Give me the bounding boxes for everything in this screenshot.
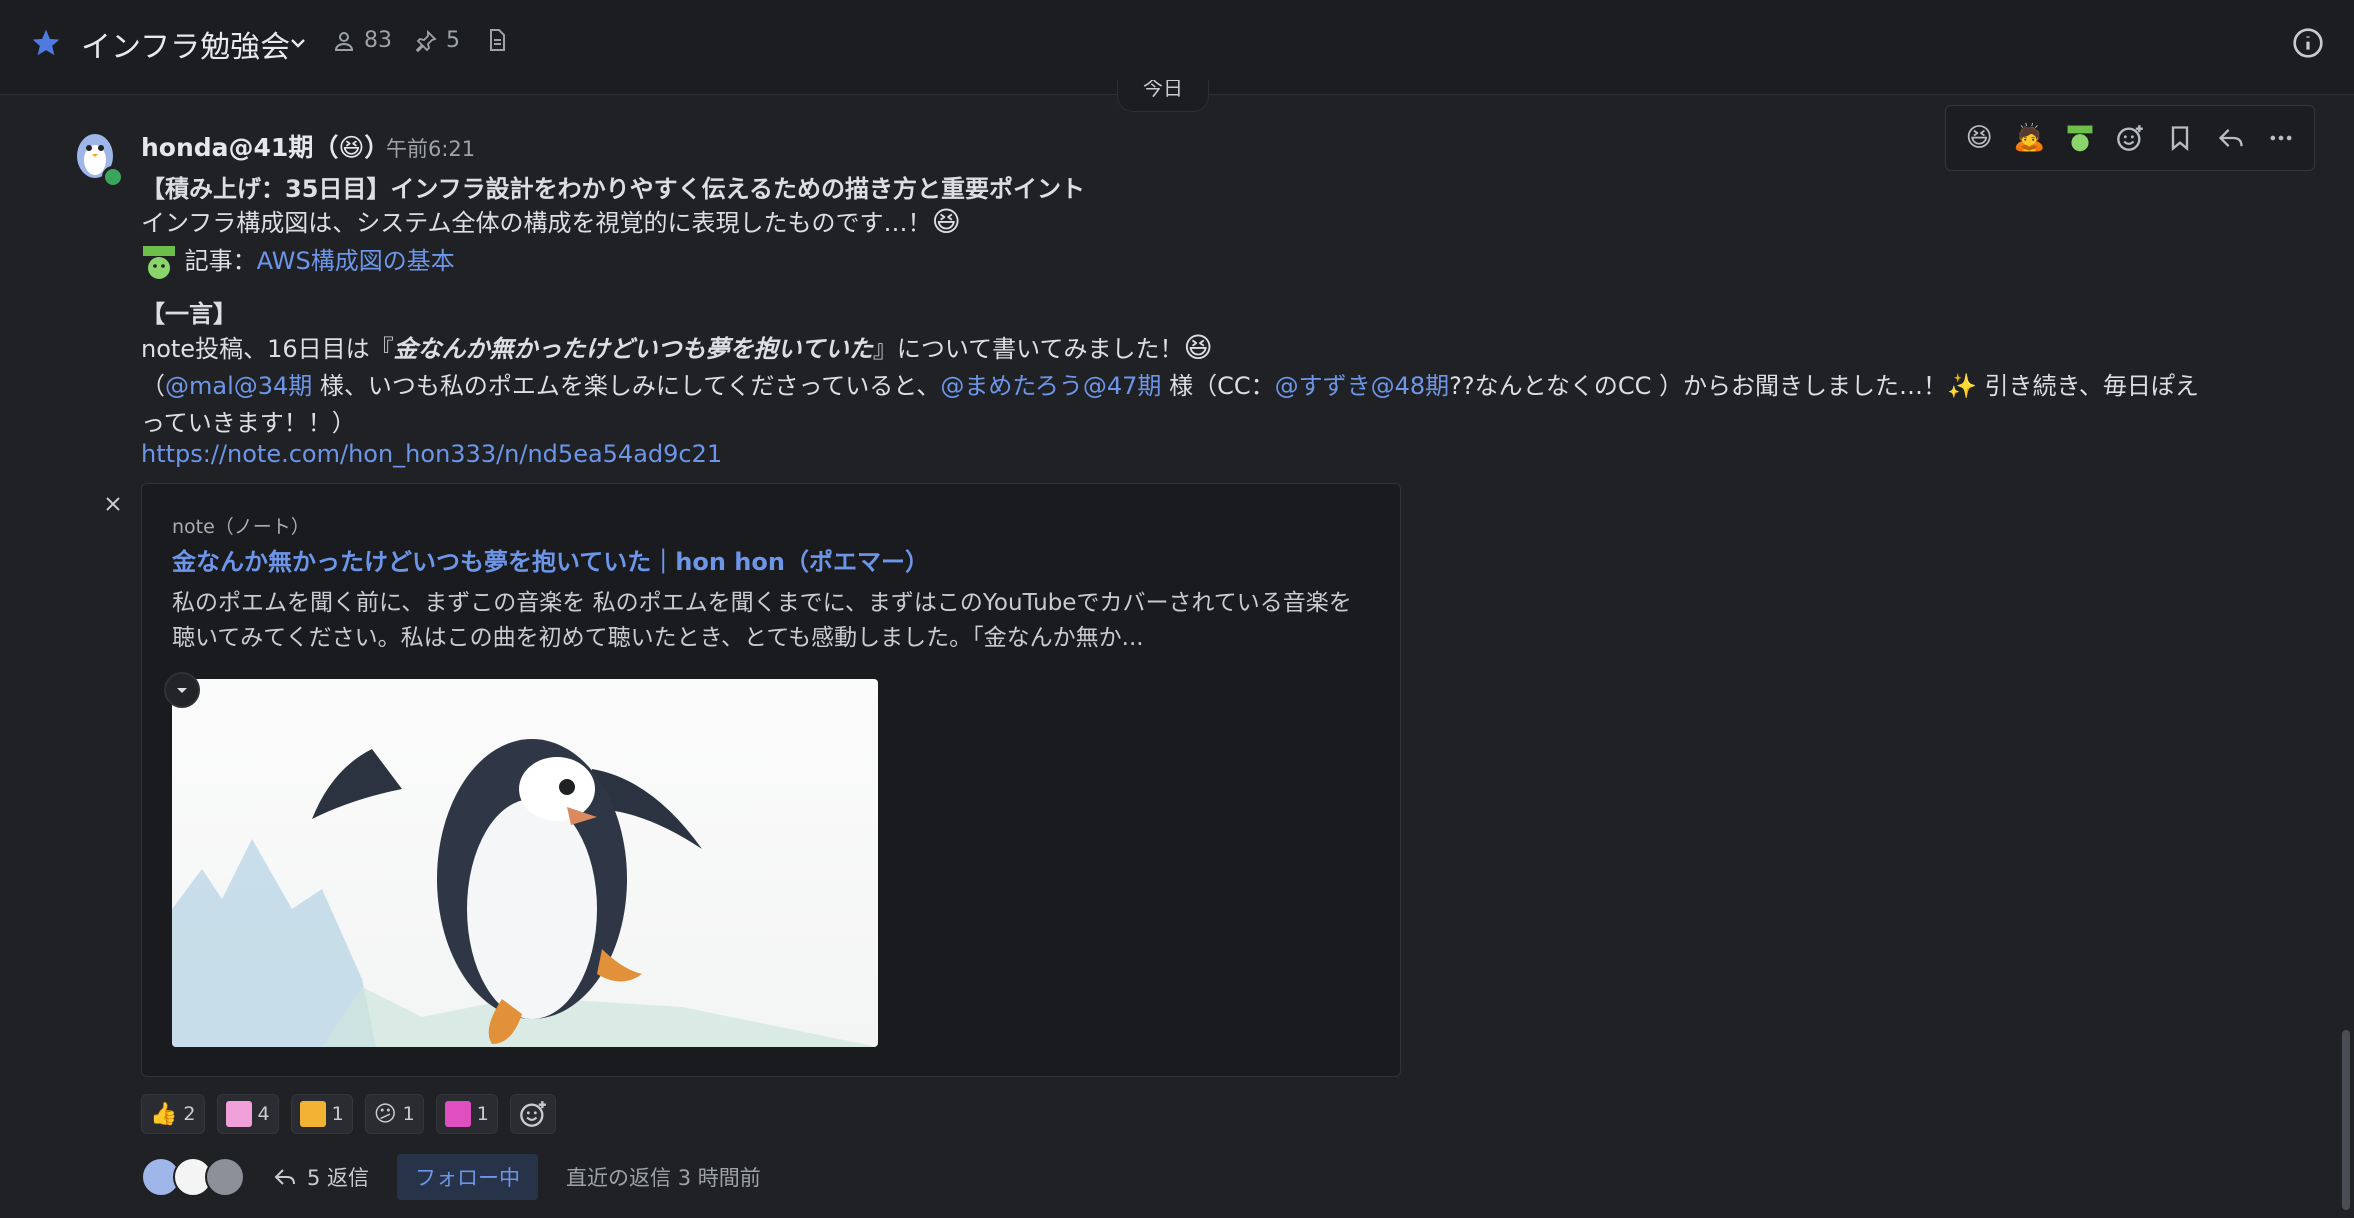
- message-author[interactable]: honda@41期（😆）: [141, 128, 389, 164]
- url-link[interactable]: https://note.com/hon_hon333/n/nd5ea54ad9…: [141, 440, 722, 468]
- mention-link[interactable]: @まめたろう@47期: [940, 372, 1161, 400]
- add-reaction-icon: [2117, 125, 2143, 151]
- info-icon[interactable]: [2292, 27, 2324, 59]
- reaction-chip[interactable]: 1: [435, 1094, 498, 1134]
- reaction-chip[interactable]: 4: [216, 1094, 279, 1134]
- more-icon: [2270, 135, 2292, 141]
- close-icon[interactable]: [101, 492, 125, 516]
- message-text: 』について書いてみました！: [872, 335, 1184, 363]
- mention-link[interactable]: @mal@34期: [165, 372, 312, 400]
- lgtm-emoji-icon: [2067, 125, 2093, 152]
- message-line: 記事：AWS構成図の基本: [141, 241, 455, 280]
- bookmark-button[interactable]: [2161, 119, 2199, 157]
- reaction-count: 1: [476, 1103, 489, 1125]
- mention-link[interactable]: @すずき@48期: [1275, 372, 1450, 400]
- bookmark-icon: [2172, 126, 2189, 151]
- reaction-chip[interactable]: 1: [290, 1094, 353, 1134]
- chevron-down-icon[interactable]: [288, 33, 308, 53]
- pinned-button[interactable]: 5: [414, 28, 460, 53]
- reaction-chip[interactable]: 👍 2: [141, 1094, 205, 1134]
- star-icon[interactable]: [30, 27, 62, 59]
- reactions-bar: 👍 2 4 1 😕 1 1: [141, 1094, 556, 1134]
- reaction-count: 4: [257, 1103, 270, 1125]
- members-button[interactable]: 83: [332, 28, 392, 53]
- article-link[interactable]: AWS構成図の基本: [257, 247, 455, 275]
- emphasis-text: 金なんか無かったけどいつも夢を抱いていた: [393, 335, 873, 363]
- message-text: （: [141, 372, 165, 400]
- penguin-illustration: [172, 739, 878, 1047]
- preview-site-name: note（ノート）: [172, 516, 310, 538]
- link-preview-card: note（ノート） 金なんか無かったけどいつも夢を抱いていた｜hon hon（ポ…: [141, 483, 1401, 1077]
- replies-button[interactable]: 5 返信: [273, 1162, 369, 1192]
- quick-reaction-button[interactable]: [2061, 119, 2099, 157]
- user-icon: [334, 31, 354, 51]
- message-text: インフラ構成図は、システム全体の構成を視覚的に表現したものです…！: [141, 209, 932, 237]
- preview-description: 私のポエムを聞く前に、まずこの音楽を 私のポエムを聞くまでに、まずはこのYouT…: [172, 590, 1352, 651]
- reaction-chip[interactable]: 😕 1: [364, 1094, 424, 1134]
- lgtm-emoji-icon: [143, 246, 175, 279]
- custom-emoji-icon: [225, 1101, 252, 1127]
- message-line: っていきます！！）: [141, 409, 356, 437]
- collapse-preview-button[interactable]: [164, 672, 200, 708]
- emoji: 😆: [931, 205, 961, 238]
- channel-name[interactable]: インフラ勉強会: [81, 22, 290, 66]
- reply-count-label: 5 返信: [307, 1166, 370, 1190]
- reply-icon: [2218, 129, 2243, 147]
- message-text: note投稿、16日目は『: [141, 335, 394, 363]
- online-status-icon: [102, 166, 124, 188]
- more-actions-button[interactable]: [2262, 119, 2300, 157]
- caret-down-icon: [177, 688, 187, 693]
- emoji: 😆: [1183, 331, 1213, 364]
- article-label: 記事：: [184, 247, 257, 275]
- custom-emoji-icon: [444, 1101, 471, 1127]
- date-divider: 今日: [1117, 80, 1209, 112]
- confused-emoji: 😕: [373, 1101, 397, 1127]
- message-line: （@mal@34期 様、いつも私のポエムを楽しみにしてくださっていると、@まめた…: [141, 366, 2199, 401]
- add-reaction-button[interactable]: [2111, 119, 2149, 157]
- reply-icon: [274, 1169, 295, 1185]
- quick-reaction-button[interactable]: 😆: [1960, 119, 1998, 157]
- last-reply-time: 直近の返信 3 時間前: [566, 1166, 761, 1190]
- message-line: 【積み上げ：35日目】インフラ設計をわかりやすく伝えるための描き方と重要ポイント: [141, 175, 1085, 203]
- quick-reaction-button[interactable]: 🙇: [2010, 119, 2048, 157]
- pin-icon: [415, 29, 437, 52]
- file-icon: [490, 29, 505, 51]
- reaction-count: 1: [331, 1103, 344, 1125]
- pinned-count: 5: [446, 28, 460, 53]
- message-text: 様、いつも私のポエムを楽しみにしてくださっていると、: [312, 372, 941, 400]
- message-line: note投稿、16日目は『金なんか無かったけどいつも夢を抱いていた』について書い…: [141, 329, 1213, 364]
- custom-emoji-icon: [299, 1101, 326, 1127]
- message-text: ??なんとなくのCC ）からお聞きしました…！✨ 引き続き、毎日ぽえ: [1449, 372, 2199, 400]
- files-button[interactable]: [485, 28, 509, 52]
- add-reaction-button[interactable]: [509, 1094, 556, 1134]
- preview-title-link[interactable]: 金なんか無かったけどいつも夢を抱いていた｜hon hon（ポエマー）: [172, 542, 929, 577]
- scrollbar[interactable]: [2342, 1030, 2350, 1210]
- message-text: 様（CC：: [1161, 372, 1275, 400]
- thumbs-up-emoji: 👍: [150, 1101, 178, 1127]
- message-line: インフラ構成図は、システム全体の構成を視覚的に表現したものです…！😆: [141, 203, 961, 238]
- members-count: 83: [364, 28, 392, 53]
- follow-thread-button[interactable]: フォロー中: [397, 1154, 539, 1200]
- message-line: 【一言】: [141, 300, 237, 328]
- reply-button[interactable]: [2212, 119, 2250, 157]
- reaction-count: 1: [402, 1103, 415, 1125]
- reaction-count: 2: [183, 1103, 196, 1125]
- message-actions-toolbar: 😆 🙇: [1945, 105, 2315, 171]
- avatar: [205, 1157, 245, 1197]
- preview-image[interactable]: [172, 679, 878, 1047]
- add-reaction-icon: [519, 1101, 546, 1127]
- thread-summary: 5 返信 フォロー中 直近の返信 3 時間前: [141, 1154, 761, 1200]
- message-time[interactable]: 午前6:21: [386, 133, 475, 163]
